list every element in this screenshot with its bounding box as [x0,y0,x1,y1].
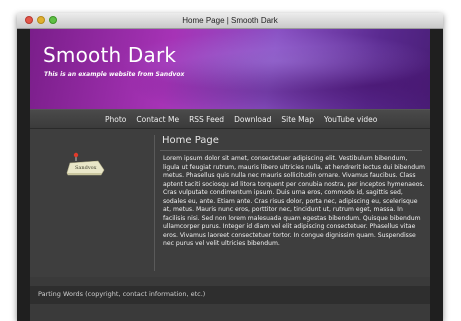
body-text: Lorem ipsum dolor sit amet, consectetuer… [163,155,425,247]
nav-link-download[interactable]: Download [229,115,276,124]
nav-link-photo[interactable]: Photo [100,115,131,124]
nav-link-youtube-video[interactable]: YouTube video [319,115,382,124]
site-footer: Parting Words (copyright, contact inform… [30,286,430,304]
nav-link-rss-feed[interactable]: RSS Feed [184,115,229,124]
page-heading: Home Page [162,135,219,146]
heading-divider [160,150,422,151]
site-header-banner: Smooth Dark This is an example website f… [30,29,430,109]
sandvox-badge-label: Sandvox [75,165,97,171]
nav-bar: Photo Contact Me RSS Feed Download Site … [30,109,430,129]
site-subtitle: This is an example website from Sandvox [44,71,185,78]
footer-text: Parting Words (copyright, contact inform… [38,290,206,298]
content-area: Sandvox Home Page Lorem ipsum dolor sit … [30,129,430,277]
browser-window: Home Page | Smooth Dark Smooth Dark This… [17,13,443,321]
nav-link-site-map[interactable]: Site Map [276,115,319,124]
nav-link-contact-me[interactable]: Contact Me [131,115,184,124]
sandvox-badge-icon[interactable]: Sandvox [64,151,108,177]
web-page: Smooth Dark This is an example website f… [30,29,430,321]
sidebar-divider [154,135,155,271]
window-titlebar[interactable]: Home Page | Smooth Dark [17,13,443,29]
site-title[interactable]: Smooth Dark [43,43,176,67]
sidebar: Sandvox [30,129,155,277]
window-title: Home Page | Smooth Dark [182,16,278,25]
nav-list: Photo Contact Me RSS Feed Download Site … [100,110,382,128]
